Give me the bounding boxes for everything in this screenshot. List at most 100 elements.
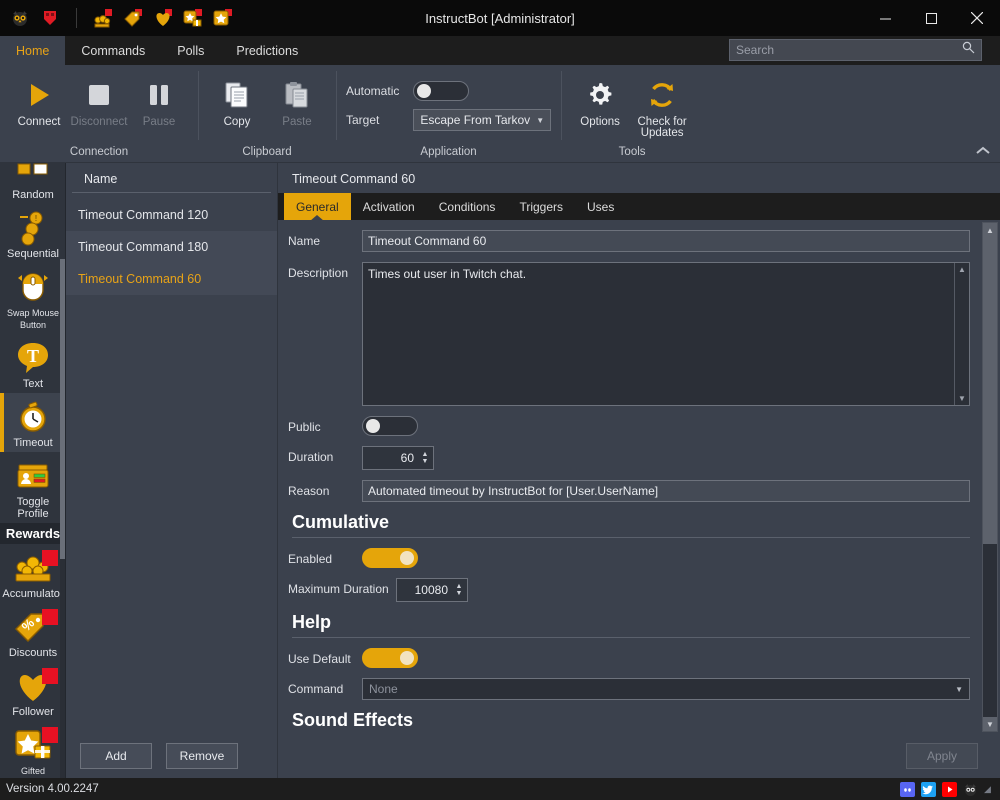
paste-label: Paste [282,116,312,128]
add-button[interactable]: Add [80,743,152,769]
sidebar-item-accumulator[interactable]: Accumulator [0,544,65,603]
connect-button[interactable]: Connect [10,71,68,128]
chevron-up-icon[interactable] [976,146,990,158]
stepper-arrows[interactable]: ▲ ▼ [419,451,433,465]
form-scrollbar-track[interactable] [983,237,997,717]
notification-badge [42,727,58,743]
subscription-icon[interactable] [213,8,233,28]
enabled-label: Enabled [288,552,333,566]
search-icon[interactable] [962,41,975,59]
public-toggle[interactable] [362,416,418,436]
sidebar-item-text[interactable]: T Text [0,334,65,393]
description-scrollbar[interactable]: ▲ ▼ [954,263,969,405]
scroll-up-icon[interactable]: ▲ [958,265,966,274]
discounts-icon[interactable] [123,8,143,28]
stepper-down-icon[interactable]: ▼ [422,458,429,465]
use-default-toggle[interactable] [362,648,418,668]
check-for-updates-label: Check for Updates [637,116,687,139]
ribbon-panel: Connect Disconnect Pause Connection Copy… [0,65,1000,163]
help-heading: Help [292,612,332,632]
tab-triggers[interactable]: Triggers [507,193,575,220]
notification-badge [42,668,58,684]
sidebar-item-swap-mouse-button[interactable]: Swap Mouse Button [0,263,65,334]
sidebar-item-gifted-subscription[interactable]: Gifted Subscription [0,721,65,778]
disconnect-button[interactable]: Disconnect [70,71,128,128]
follower-icon[interactable] [153,8,173,28]
resize-grip-icon[interactable]: ◢ [984,784,994,795]
sound-effects-heading: Sound Effects [292,710,414,730]
stepper-up-icon[interactable]: ▲ [456,583,463,590]
youtube-icon[interactable] [942,781,957,797]
close-button[interactable] [954,0,1000,36]
remove-button[interactable]: Remove [166,743,238,769]
description-field-row: Description Times out user in Twitch cha… [288,262,970,406]
general-form: Name Timeout Command 60 Description Time… [278,220,1000,734]
form-scrollbar[interactable]: ▲ ▼ [982,222,998,732]
stepper-down-icon[interactable]: ▼ [456,590,463,597]
options-label: Options [580,116,620,128]
random-icon [2,163,64,189]
list-item-selected[interactable]: Timeout Command 60 [66,263,277,295]
sidebar-item-timeout[interactable]: Timeout [0,393,65,452]
duration-stepper[interactable]: 60 ▲ ▼ [362,446,434,470]
list-item[interactable]: Timeout Command 180 [66,231,277,263]
options-button[interactable]: Options [571,71,629,128]
gifted-subscription-icon[interactable] [183,8,203,28]
tab-uses[interactable]: Uses [575,193,626,220]
copy-button[interactable]: Copy [208,71,266,128]
target-dropdown[interactable]: Escape From Tarkov ▼ [413,109,552,131]
scroll-down-icon[interactable]: ▼ [983,717,997,731]
sidebar-item-sequential[interactable]: ! Sequential [0,204,65,263]
scroll-down-icon[interactable]: ▼ [958,394,966,403]
help-command-dropdown[interactable]: None ▼ [362,678,970,700]
sidebar-scrollbar[interactable] [60,259,65,778]
accumulator-icon[interactable] [93,8,113,28]
apply-button[interactable]: Apply [906,743,978,769]
notification-badge [42,609,58,625]
red-badge-icon[interactable] [40,8,60,28]
sidebar-label-sequential: Sequential [7,248,59,260]
copy-icon [222,75,252,115]
ribbon-tab-predictions[interactable]: Predictions [220,36,314,65]
ribbon-tab-commands[interactable]: Commands [65,36,161,65]
sidebar-item-follower[interactable]: Follower [0,662,65,721]
automatic-toggle[interactable] [413,81,470,101]
ribbon-tab-polls[interactable]: Polls [161,36,220,65]
search-input[interactable]: Search [729,39,982,61]
stepper-arrows[interactable]: ▲ ▼ [453,583,467,597]
help-command-value: None [369,682,398,696]
stepper-up-icon[interactable]: ▲ [422,451,429,458]
reason-label: Reason [288,484,330,498]
check-for-updates-button[interactable]: Check for Updates [631,71,693,139]
quick-access-toolbar [0,8,233,28]
tab-general[interactable]: General [284,193,351,220]
reason-input[interactable]: Automated timeout by InstructBot for [Us… [362,480,970,502]
list-item[interactable]: Timeout Command 120 [66,199,277,231]
maximum-duration-stepper[interactable]: 10080 ▲ ▼ [396,578,468,602]
cumulative-enabled-toggle[interactable] [362,548,418,568]
tab-activation[interactable]: Activation [351,193,427,220]
sidebar-item-discounts[interactable]: % Discounts [0,603,65,662]
maximize-button[interactable] [908,0,954,36]
discord-icon[interactable] [900,781,915,797]
twitter-icon[interactable] [921,781,936,797]
pause-button[interactable]: Pause [130,71,188,128]
sidebar-label-follower: Follower [12,706,54,718]
description-textarea[interactable]: Times out user in Twitch chat. ▲ ▼ [362,262,970,406]
minimize-button[interactable] [862,0,908,36]
sidebar-scrollbar-thumb[interactable] [60,259,65,559]
sidebar-item-random[interactable]: Random [0,163,65,204]
name-input[interactable]: Timeout Command 60 [362,230,970,252]
owl-logo-icon[interactable] [963,782,978,797]
form-scrollbar-thumb[interactable] [983,237,997,545]
description-label: Description [288,266,349,280]
scroll-up-icon[interactable]: ▲ [983,223,997,237]
ribbon-tab-home[interactable]: Home [0,36,66,65]
gear-icon [585,75,615,115]
sidebar-item-toggle-profile[interactable]: Toggle Profile [0,452,65,523]
paste-button[interactable]: Paste [268,71,326,128]
owl-logo-icon[interactable] [10,8,30,28]
use-default-label: Use Default [288,652,351,666]
tab-conditions[interactable]: Conditions [427,193,508,220]
gifted-subscription-icon [2,725,64,765]
